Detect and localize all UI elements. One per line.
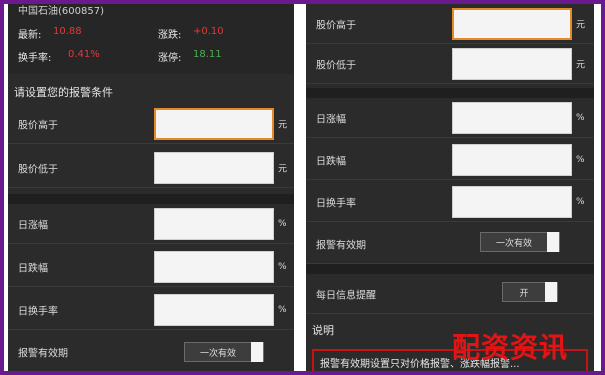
daily-fall-label: 日跌幅	[18, 263, 48, 274]
turnover-label: 换手率:	[18, 53, 52, 64]
r-toggle-knob	[547, 232, 559, 252]
limit-value: 18.11	[193, 49, 222, 60]
alert-validity-value: 一次有效	[199, 348, 236, 359]
r-price-above-unit: 元	[576, 20, 586, 30]
alert-validity-toggle[interactable]: 一次有效	[184, 342, 264, 362]
watermark-text: 配资资讯	[452, 331, 569, 364]
r-alert-validity-toggle[interactable]: 一次有效	[480, 232, 560, 252]
r-price-below-unit: 元	[576, 60, 586, 70]
daily-turnover-row: 日换手率 %	[8, 290, 294, 330]
r-daily-rise-row: 日涨幅 %	[306, 98, 594, 138]
daily-turnover-unit: %	[278, 304, 287, 315]
daily-fall-input[interactable]	[154, 251, 274, 283]
r-daily-fall-label: 日跌幅	[316, 156, 346, 167]
daily-fall-unit: %	[278, 261, 287, 272]
note-title: 说明	[312, 324, 334, 337]
left-phone-screen: 中国石油(600857) 最新: 10.88 涨跌: +0.10 换手率: 0.…	[8, 4, 294, 371]
r-section-divider	[306, 88, 594, 98]
r-daily-turnover-unit: %	[576, 196, 585, 207]
r-price-below-row: 股价低于 元	[306, 44, 594, 84]
r-price-below-label: 股价低于	[316, 60, 356, 71]
price-below-unit: 元	[278, 164, 288, 174]
price-below-row: 股价低于 元	[8, 148, 294, 188]
r-daily-fall-unit: %	[576, 154, 585, 165]
price-below-input[interactable]	[154, 152, 274, 184]
r-price-above-label: 股价高于	[316, 20, 356, 31]
alert-condition-title: 请设置您的报警条件	[14, 86, 113, 99]
change-label: 涨跌:	[158, 30, 182, 41]
price-below-label: 股价低于	[18, 164, 58, 175]
daily-remind-label: 每日信息提醒	[316, 290, 376, 301]
daily-fall-row: 日跌幅 %	[8, 247, 294, 287]
price-above-unit: 元	[278, 120, 288, 130]
r-daily-turnover-label: 日换手率	[316, 198, 356, 209]
daily-remind-row: 每日信息提醒 开	[306, 274, 594, 314]
latest-value: 10.88	[53, 26, 82, 37]
change-value: +0.10	[193, 26, 224, 37]
daily-remind-toggle[interactable]: 开	[502, 282, 558, 302]
daily-turnover-input[interactable]	[154, 294, 274, 326]
price-above-row: 股价高于 元	[8, 104, 294, 144]
r-daily-turnover-row: 日换手率 %	[306, 182, 594, 222]
daily-remind-value: 开	[519, 288, 529, 299]
r-daily-rise-label: 日涨幅	[316, 114, 346, 125]
latest-label: 最新:	[18, 30, 42, 41]
price-above-input[interactable]	[154, 108, 274, 140]
daily-remind-knob	[545, 282, 557, 302]
price-above-label: 股价高于	[18, 120, 58, 131]
r-section-divider-2	[306, 264, 594, 274]
daily-turnover-label: 日换手率	[18, 306, 58, 317]
limit-label: 涨停:	[158, 53, 182, 64]
r-price-above-input[interactable]	[452, 8, 572, 40]
daily-rise-row: 日涨幅 %	[8, 204, 294, 244]
toggle-knob	[251, 342, 263, 362]
right-phone-screen: 股价高于 元 股价低于 元 日涨幅 % 日跌幅 % 日换手率 % 报警有效期 一…	[306, 4, 594, 371]
stock-code: 中国石油(600857)	[18, 6, 104, 17]
alert-validity-row: 报警有效期 一次有效	[8, 332, 294, 371]
r-daily-fall-row: 日跌幅 %	[306, 140, 594, 180]
daily-rise-unit: %	[278, 218, 287, 229]
stock-info-header: 中国石油(600857) 最新: 10.88 涨跌: +0.10 换手率: 0.…	[8, 4, 294, 74]
r-price-above-row: 股价高于 元	[306, 4, 594, 44]
r-daily-rise-unit: %	[576, 112, 585, 123]
turnover-value: 0.41%	[68, 49, 100, 60]
daily-rise-label: 日涨幅	[18, 220, 48, 231]
alert-validity-label: 报警有效期	[18, 348, 68, 359]
r-price-below-input[interactable]	[452, 48, 572, 80]
daily-rise-input[interactable]	[154, 208, 274, 240]
r-daily-rise-input[interactable]	[452, 102, 572, 134]
r-alert-validity-label: 报警有效期	[316, 240, 366, 251]
r-daily-fall-input[interactable]	[452, 144, 572, 176]
section-divider	[8, 194, 294, 204]
r-alert-validity-value: 一次有效	[495, 238, 532, 249]
r-daily-turnover-input[interactable]	[452, 186, 572, 218]
r-alert-validity-row: 报警有效期 一次有效	[306, 224, 594, 264]
